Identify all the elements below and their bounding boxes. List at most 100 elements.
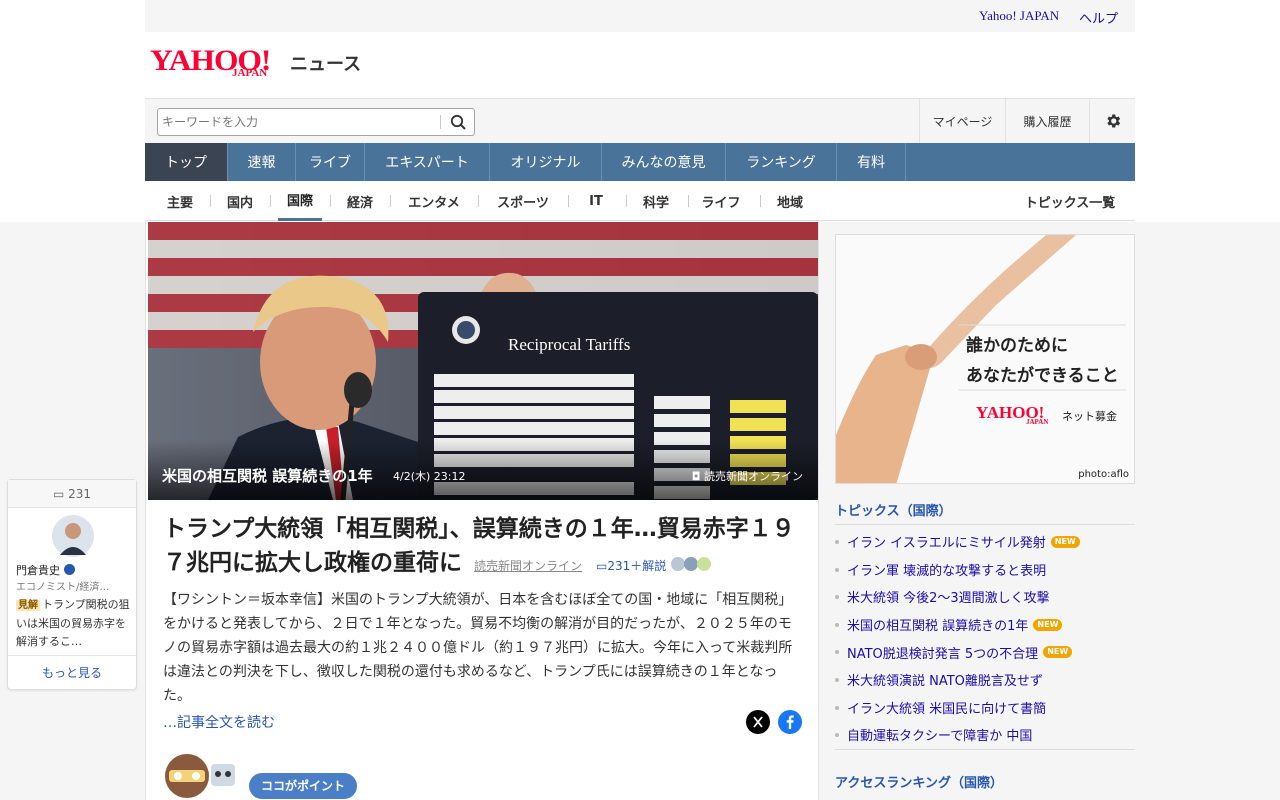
- topic-item[interactable]: 自動運転タクシーで障害か 中国: [835, 721, 1135, 749]
- topic-item[interactable]: NATO脱退検討発言 5つの不合理 NEW: [835, 638, 1135, 666]
- bullet-icon: [835, 650, 839, 655]
- subnav-divider: [688, 195, 689, 207]
- expert-avatars-icon: [671, 557, 712, 571]
- subnav-item-science[interactable]: 科学: [636, 181, 676, 221]
- subnav-item-region[interactable]: 地域: [770, 181, 810, 221]
- subnav-item-domestic[interactable]: 国内: [220, 181, 260, 221]
- comment-card-count: 231: [68, 486, 92, 501]
- category-nav: 主要 国内 国際 経済 エンタメ スポーツ IT 科学 ライフ 地域 トピックス…: [145, 181, 1135, 221]
- search-box: [157, 108, 475, 136]
- comment-card-more-link[interactable]: もっと見る: [8, 655, 136, 689]
- topic-item[interactable]: イラン大統領 米国民に向けて書簡: [835, 694, 1135, 722]
- bullet-icon: [835, 540, 839, 544]
- topic-item[interactable]: 米国の相互関税 誤算続きの1年 NEW: [835, 611, 1135, 639]
- camera-icon: ◘: [691, 470, 704, 483]
- ad-service-name: ネット募金: [1062, 410, 1117, 423]
- subnav-divider: [330, 195, 331, 207]
- topic-item-label: 米大統領演説 NATO離脱言及せず: [847, 674, 1043, 690]
- header-links: マイページ 購入履歴: [919, 99, 1135, 143]
- nav-item-breaking[interactable]: 速報: [228, 143, 296, 181]
- expert-comment-text[interactable]: 見解 トランプ関税の狙いは米国の貿易赤字を解消するこ…: [16, 596, 130, 651]
- topic-item-label: イラン軍 壊滅的な攻撃すると表明: [847, 563, 1047, 579]
- bullet-icon: [835, 595, 839, 600]
- subnav-item-international[interactable]: 国際: [278, 181, 322, 221]
- topic-item-label: NATO脱退検討発言 5つの不合理: [847, 646, 1039, 662]
- search-row: マイページ 購入履歴: [145, 98, 1135, 143]
- expert-name[interactable]: 門倉貴史: [16, 562, 75, 578]
- topic-item[interactable]: イラン軍 壊滅的な攻撃すると表明: [835, 556, 1135, 584]
- settings-button[interactable]: [1089, 99, 1135, 143]
- topic-item-label: イラン大統領 米国民に向けて書簡: [847, 701, 1047, 717]
- topic-item-label: イラン イスラエルにミサイル発射: [847, 536, 1046, 552]
- bullet-icon: [835, 677, 839, 682]
- topic-item[interactable]: 米大統領 今後2～3週間激しく攻撃: [835, 583, 1135, 611]
- hero-caption-source: ◘ 読売新聞オンライン: [692, 468, 803, 484]
- comment-count-link[interactable]: ▭231＋解説: [596, 559, 670, 573]
- subnav-item-main[interactable]: 主要: [160, 181, 200, 221]
- x-logo-icon: [753, 716, 763, 728]
- purchase-history-link[interactable]: 購入履歴: [1005, 99, 1089, 143]
- comment-icon: ▭: [52, 486, 69, 501]
- new-badge: NEW: [1043, 646, 1073, 659]
- nav-item-expert[interactable]: エキスパート: [365, 143, 490, 181]
- ad-headline-line2: あなたができること: [966, 366, 1119, 386]
- nav-item-top[interactable]: トップ: [145, 143, 228, 181]
- search-button[interactable]: [447, 112, 469, 132]
- expert-role: エコノミスト/経済…: [16, 582, 110, 593]
- topics-list-link[interactable]: トピックス一覧: [1015, 181, 1125, 221]
- comment-card-header[interactable]: ▭ 231: [8, 480, 136, 508]
- search-input[interactable]: [162, 113, 432, 131]
- comment-icon: ▭: [596, 559, 608, 573]
- mypage-link[interactable]: マイページ: [919, 99, 1005, 143]
- topic-item[interactable]: イラン イスラエルにミサイル発射 NEW: [835, 528, 1135, 556]
- share-x-button[interactable]: [746, 710, 770, 734]
- nav-item-live[interactable]: ライブ: [296, 143, 365, 181]
- subnav-item-life[interactable]: ライフ: [698, 181, 744, 221]
- nav-item-original[interactable]: オリジナル: [490, 143, 602, 181]
- key-point-label[interactable]: ココがポイント: [249, 773, 358, 799]
- topics-heading-label: トピックス: [835, 504, 900, 519]
- subnav-item-sports[interactable]: スポーツ: [488, 181, 558, 221]
- sign-title: Reciprocal Tariffs: [508, 335, 630, 354]
- verified-icon: [63, 564, 75, 575]
- topics-heading-category: （国際）: [899, 504, 952, 519]
- expert-avatar[interactable]: [52, 515, 94, 557]
- article-body: 【ワシントン＝坂本幸信】米国のトランプ大統領が、日本を含むほぼ全ての国・地域に「…: [163, 592, 793, 704]
- nav-item-paid[interactable]: 有料: [837, 143, 906, 181]
- yahoo-news-logo[interactable]: YAHOO! JAPAN ニュース: [150, 46, 361, 86]
- subnav-item-entertainment[interactable]: エンタメ: [400, 181, 468, 221]
- article-source-link[interactable]: 読売新聞オンライン: [474, 559, 582, 573]
- new-badge: NEW: [1033, 618, 1063, 631]
- nav-item-opinions[interactable]: みんなの意見: [602, 143, 726, 181]
- read-full-article-link[interactable]: …記事全文を読む: [163, 712, 275, 732]
- hero-source-label: 読売新聞オンライン: [704, 470, 803, 483]
- topics-list: イラン イスラエルにミサイル発射 NEW イラン軍 壊滅的な攻撃すると表明 米大統領 …: [835, 528, 1135, 750]
- hero-image[interactable]: Reciprocal Tariffs 米国の相互関税 誤算続きの1年 4/2(木…: [148, 222, 818, 500]
- bullet-icon: [835, 567, 839, 572]
- ad-headline-line1: 誰かのために: [966, 336, 1068, 356]
- topic-item-label: 自動運転タクシーで障害か 中国: [847, 729, 1033, 745]
- donation-ad-banner[interactable]: 誰かのために あなたができること YAHOO! JAPAN ネット募金 phot…: [835, 234, 1135, 484]
- new-badge: NEW: [1050, 535, 1080, 548]
- subnav-item-it[interactable]: IT: [578, 181, 614, 221]
- yahoo-japan-link[interactable]: Yahoo! JAPAN: [979, 8, 1059, 24]
- subnav-item-economy[interactable]: 経済: [340, 181, 380, 221]
- bullet-icon: [835, 622, 839, 627]
- topics-heading[interactable]: トピックス（国際）: [835, 500, 1135, 525]
- ad-hands-image: [836, 235, 1134, 483]
- topic-item[interactable]: 米大統領演説 NATO離脱言及せず: [835, 666, 1135, 694]
- subnav-divider: [760, 195, 761, 207]
- subnav-divider: [568, 195, 569, 207]
- gear-icon: [1106, 114, 1120, 128]
- share-facebook-button[interactable]: [778, 710, 802, 734]
- hero-caption-title[interactable]: 米国の相互関税 誤算続きの1年: [162, 465, 373, 486]
- access-ranking-heading[interactable]: アクセスランキング（国際）: [835, 772, 1135, 791]
- topic-item-label: 米大統領 今後2～3週間激しく攻撃: [847, 591, 1050, 607]
- nav-item-ranking[interactable]: ランキング: [726, 143, 837, 181]
- subnav-divider: [626, 195, 627, 207]
- help-link[interactable]: ヘルプ: [1079, 8, 1118, 27]
- comment-count-label: 231＋解説: [607, 559, 667, 573]
- logo-service-name: ニュース: [290, 54, 362, 75]
- bullet-icon: [835, 705, 839, 710]
- ad-yahoo-japan-text: JAPAN: [1026, 418, 1049, 426]
